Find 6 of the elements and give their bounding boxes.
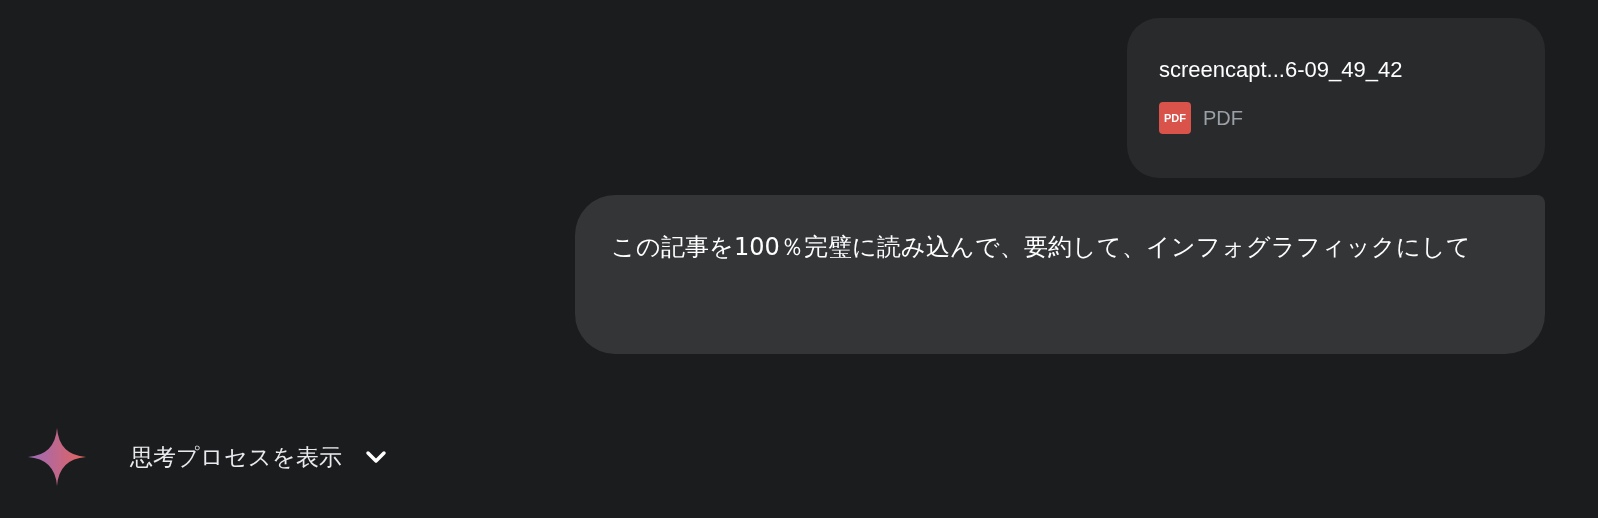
file-card[interactable]: screencapt...6-09_49_42 PDF PDF (1127, 18, 1545, 178)
show-thinking-button[interactable]: 思考プロセスを表示 (130, 439, 388, 475)
file-name: screencapt...6-09_49_42 (1159, 56, 1404, 84)
message-text: この記事を100％完璧に読み込んで、要約して、インフォグラフィックにして (611, 232, 1472, 263)
pdf-icon: PDF (1159, 102, 1191, 134)
file-type: PDF (1203, 106, 1243, 131)
